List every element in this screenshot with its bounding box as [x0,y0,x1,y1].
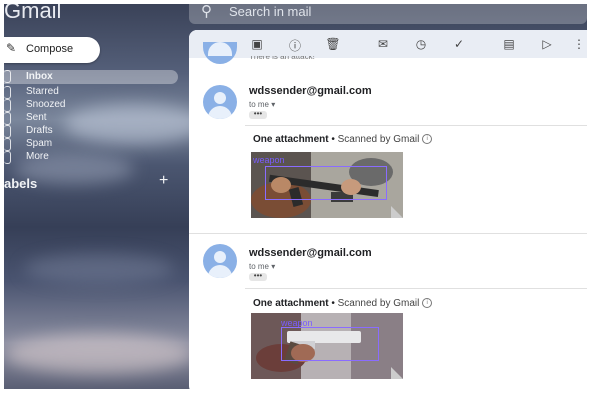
search-placeholder: Search in mail [229,4,312,19]
search-input[interactable]: ⚲ Search in mail [189,4,587,24]
snooze-icon[interactable]: ◷ [413,37,429,51]
attachment-header: One attachment • Scanned by Gmail i [253,298,433,309]
sidebar-item-label: Sent [26,112,47,123]
recipient-dropdown[interactable]: to me ▾ [249,100,275,109]
message-toolbar: ← ▣ ⓘ 🗑 ✉ ◷ ✓ ▤ ▷ ⋮ [189,30,587,58]
attachment-count: One attachment [253,298,329,309]
compose-button[interactable]: ✎ Compose [4,37,100,63]
gmail-logo: Gmail [4,4,62,23]
show-trimmed-button[interactable]: ••• [249,110,267,119]
avatar [203,42,237,64]
detection-box [265,166,387,200]
scan-status: Scanned by Gmail [337,134,420,145]
attachment-thumbnail[interactable]: weapon [251,313,403,379]
message-panel: ← ▣ ⓘ 🗑 ✉ ◷ ✓ ▤ ▷ ⋮ There is an attack! … [189,30,587,389]
sidebar-item-label: More [26,151,49,162]
add-task-icon[interactable]: ✓ [451,37,467,51]
sidebar-item-label: Starred [26,86,59,97]
sidebar-item-label: Spam [26,138,53,149]
recipient-label: to me [249,262,270,271]
page-fold [391,367,403,379]
report-spam-icon[interactable]: ⓘ [287,37,303,54]
detection-label: weapon [253,155,285,165]
avatar [203,244,237,278]
cloud-shape [4,334,194,374]
screen-photo: Gmail ⚲ Search in mail ✎ Compose Inbox S… [4,4,587,389]
attachment-thumbnail[interactable]: weapon [251,152,403,218]
scan-status: Scanned by Gmail [337,298,420,309]
sidebar-item-label: Inbox [26,71,53,82]
draft-icon [4,125,11,138]
pencil-icon: ✎ [6,41,17,55]
clock-icon [4,99,11,112]
info-icon[interactable]: i [422,134,433,145]
divider [189,233,587,234]
cloud-shape [24,254,174,284]
star-icon [4,86,11,99]
page-fold [391,206,403,218]
detection-box [281,327,379,361]
chevron-down-icon [4,151,11,164]
info-icon[interactable]: i [422,298,433,309]
recipient-dropdown[interactable]: to me ▾ [249,262,275,271]
archive-icon[interactable]: ▣ [249,37,265,51]
sidebar-item-label: Snoozed [26,99,66,110]
inbox-icon [4,70,11,83]
sender-email: wdssender@gmail.com [249,85,372,97]
previous-message-snippet: There is an attack! [249,56,315,61]
sidebar-item-inbox[interactable]: Inbox [4,70,178,84]
compose-label: Compose [26,43,74,55]
spam-icon [4,138,11,151]
labels-icon[interactable]: ▷ [539,37,555,51]
top-bar: Gmail ⚲ Search in mail [4,4,587,26]
add-label-button[interactable]: + [159,172,168,190]
sender-email: wdssender@gmail.com [249,247,372,259]
search-icon[interactable]: ⚲ [201,4,212,20]
attachment-header: One attachment • Scanned by Gmail i [253,134,433,145]
divider [245,288,587,289]
delete-icon[interactable]: 🗑 [325,37,341,51]
attachment-count: One attachment [253,134,329,145]
move-to-icon[interactable]: ▤ [501,37,517,51]
divider [245,125,587,126]
recipient-label: to me [249,100,270,109]
avatar [203,85,237,119]
sidebar-item-label: Drafts [26,125,53,136]
mark-unread-icon[interactable]: ✉ [375,37,391,51]
cloud-shape [64,104,204,144]
show-trimmed-button[interactable]: ••• [249,272,267,281]
labels-heading: abels [4,176,38,191]
send-icon [4,112,11,125]
more-icon[interactable]: ⋮ [571,37,587,51]
